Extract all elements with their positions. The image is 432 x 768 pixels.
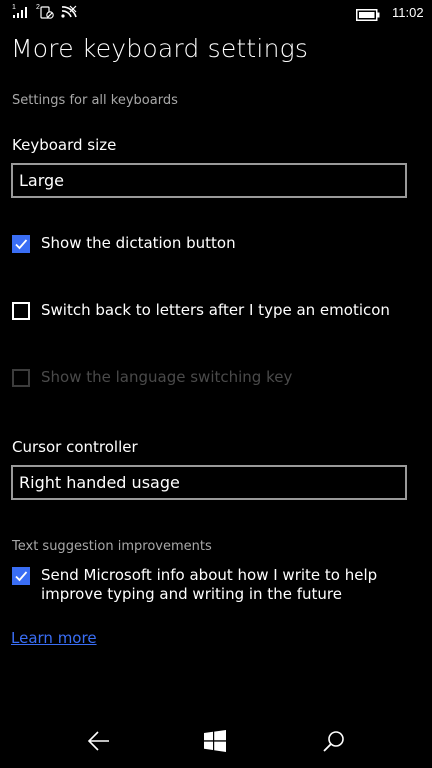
wifi-icon bbox=[60, 3, 78, 23]
checkmark-icon bbox=[15, 239, 28, 250]
windows-logo-icon[interactable] bbox=[204, 730, 226, 756]
status-bar: 1 2 11:02 bbox=[0, 0, 432, 26]
cursor-controller-label: Cursor controller bbox=[12, 438, 138, 456]
section-header-all-keyboards: Settings for all keyboards bbox=[12, 93, 178, 108]
switch-back-checkbox[interactable] bbox=[12, 302, 30, 320]
send-info-label: Send Microsoft info about how I write to… bbox=[41, 566, 378, 603]
send-info-checkbox[interactable] bbox=[12, 567, 30, 585]
language-key-checkbox bbox=[12, 369, 30, 387]
sim1-label: 1 bbox=[12, 4, 16, 11]
no-sim-sim2-icon: 2 bbox=[36, 3, 56, 23]
battery-icon bbox=[356, 6, 380, 25]
keyboard-size-label: Keyboard size bbox=[12, 136, 117, 154]
navigation-bar bbox=[0, 712, 432, 768]
keyboard-size-value: Large bbox=[19, 171, 65, 190]
switch-back-label: Switch back to letters after I type an e… bbox=[41, 301, 390, 319]
back-arrow-icon[interactable] bbox=[87, 730, 111, 756]
dictation-label: Show the dictation button bbox=[41, 234, 236, 252]
cursor-controller-value: Right handed usage bbox=[19, 473, 180, 492]
checkmark-icon bbox=[15, 571, 28, 582]
learn-more-link[interactable]: Learn more bbox=[11, 629, 97, 647]
sim2-label: 2 bbox=[36, 4, 40, 11]
page-title: More keyboard settings bbox=[11, 34, 309, 63]
search-icon[interactable] bbox=[322, 730, 346, 758]
status-time: 11:02 bbox=[392, 5, 424, 20]
language-key-label: Show the language switching key bbox=[41, 368, 293, 386]
keyboard-size-combobox[interactable]: Large bbox=[11, 163, 407, 198]
dictation-checkbox[interactable] bbox=[12, 235, 30, 253]
signal-strength-sim1-icon: 1 bbox=[12, 3, 30, 23]
cursor-controller-combobox[interactable]: Right handed usage bbox=[11, 465, 407, 500]
section-header-text-suggestion: Text suggestion improvements bbox=[12, 539, 212, 554]
